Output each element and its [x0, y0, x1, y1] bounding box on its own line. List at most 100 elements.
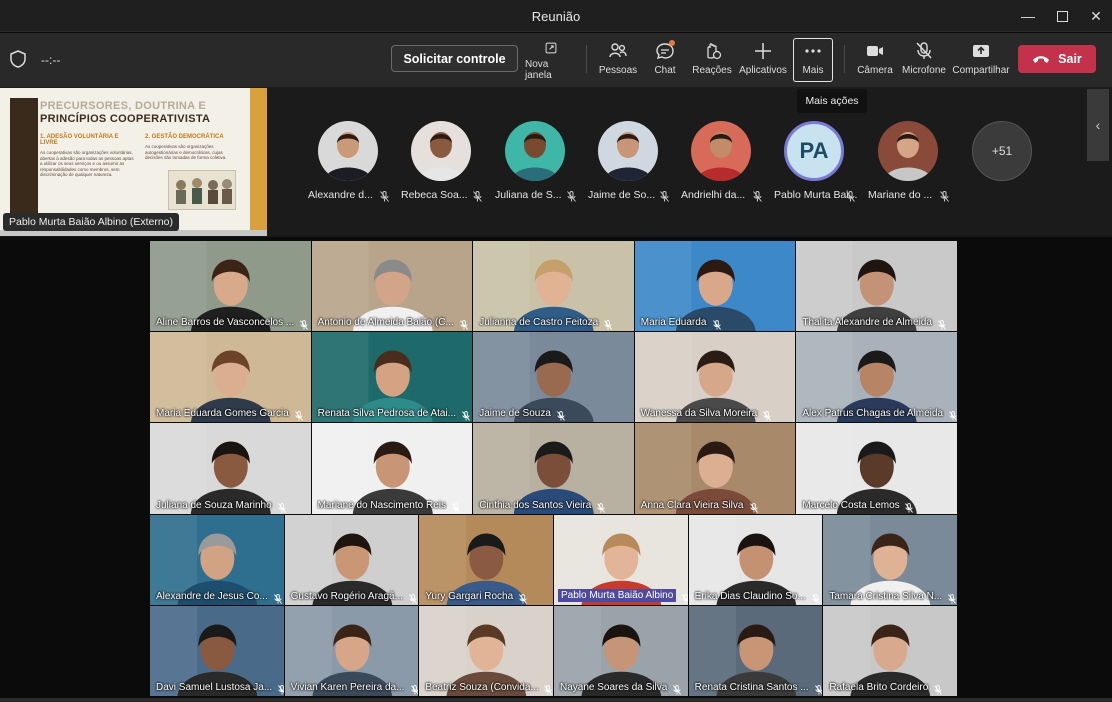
- participant-video-tile[interactable]: Antonio de Almeida Baião (C...: [311, 241, 473, 332]
- participant-video-tile[interactable]: Alex Patrus Chagas de Almeida: [796, 332, 957, 423]
- new-window-button[interactable]: Nova janela: [525, 39, 577, 81]
- presenter-label: Pablo Murta Baião Albino (Externo): [3, 213, 180, 231]
- participant-video-tile[interactable]: Wanessa da Silva Moreira: [634, 332, 796, 423]
- participant-video-tile[interactable]: Julianna de Castro Feitoza: [473, 241, 634, 332]
- participant-avatar[interactable]: [505, 121, 565, 181]
- hang-up-icon: [1033, 56, 1050, 63]
- participant-video-tile[interactable]: Maria Eduarda Gomes Garcia: [150, 332, 311, 423]
- leave-button[interactable]: Sair: [1018, 45, 1096, 73]
- mic-muted-icon: [948, 591, 957, 604]
- participant-video-tile[interactable]: Mariane do Nascimento Reis: [311, 423, 473, 514]
- mic-muted-icon: [300, 317, 308, 330]
- leave-label: Sair: [1058, 52, 1082, 66]
- participant-avatar-initials[interactable]: PA: [784, 121, 844, 181]
- share-icon: [973, 45, 989, 57]
- reactions-button[interactable]: Reações: [692, 39, 732, 81]
- participant-video-name: Alex Patrus Chagas de Almeida: [802, 408, 944, 420]
- participant-avatar[interactable]: [878, 121, 938, 181]
- toolbar-divider: [586, 45, 587, 73]
- slide-illustration: [168, 170, 236, 210]
- more-participants-button[interactable]: +51: [972, 121, 1032, 181]
- minimize-icon[interactable]: —: [1018, 6, 1038, 26]
- mic-muted-icon: [749, 500, 758, 513]
- microphone-button[interactable]: Microfone: [901, 39, 947, 81]
- participant-avatar[interactable]: [318, 121, 378, 181]
- close-icon[interactable]: ✕: [1086, 6, 1106, 26]
- mic-muted-icon: [753, 189, 762, 202]
- participant-video-tile[interactable]: Rafaela Brito Cordeiro: [823, 605, 957, 696]
- toolbar-divider: [844, 45, 845, 73]
- participant-video-tile[interactable]: Tamara Cristina Silva N...: [823, 514, 957, 605]
- new-window-icon: [545, 42, 557, 54]
- mic-muted-icon: [949, 408, 957, 422]
- mic-off-icon: [916, 42, 932, 59]
- mic-muted-icon: [408, 591, 417, 604]
- participant-video-tile[interactable]: Alexandre de Jesus Co...: [150, 514, 284, 605]
- participant-avatar[interactable]: [691, 121, 751, 181]
- video-grid: Aline Barros de Vasconcelos ... Antonio d…: [150, 241, 958, 697]
- participant-video-name: Jaime de Souza: [479, 408, 551, 420]
- participant-video-tile[interactable]: Yury Gargari Rocha: [419, 514, 553, 605]
- mic-muted-icon: [712, 317, 721, 330]
- meeting-toolbar: --:-- Solicitar controle Nova janela Pes…: [0, 33, 1112, 87]
- request-control-button[interactable]: Solicitar controle: [391, 45, 518, 72]
- chevron-left-icon[interactable]: ‹: [1087, 89, 1109, 161]
- participant-video-tile[interactable]: Renata Cristina Santos ...: [688, 605, 823, 696]
- participant-video-tile[interactable]: Cinthia dos Santos Vieira: [473, 423, 634, 514]
- participant-video-tile[interactable]: Aline Barros de Vasconcelos ...: [150, 241, 311, 332]
- window-bottom-border: [0, 698, 1112, 702]
- participant-video-tile[interactable]: Beatriz Souza (Convida...: [419, 605, 553, 696]
- participant-video-tile[interactable]: Renata Silva Pedrosa de Atai...: [311, 332, 473, 423]
- participant-video-tile[interactable]: Pablo Murta Baião Albino: [554, 514, 688, 605]
- participant-video-tile[interactable]: Anna Clara Vieira Silva: [634, 423, 796, 514]
- mic-muted-icon: [938, 317, 947, 330]
- more-actions-tooltip: Mais ações: [797, 89, 867, 113]
- participant-video-name: Julianna de Castro Feitoza: [479, 317, 599, 329]
- participant-video-tile[interactable]: Marcelo Costa Lemos: [796, 423, 957, 514]
- mic-muted-icon: [451, 500, 460, 513]
- apps-label: Aplicativos: [739, 65, 787, 76]
- participant-name: Rebeca Soa...: [401, 189, 468, 201]
- participant-avatar[interactable]: [598, 121, 658, 181]
- microphone-label: Microfone: [902, 65, 946, 76]
- participant-video-tile[interactable]: Davi Samuel Lustosa Ja...: [150, 605, 284, 696]
- participant-avatar[interactable]: [411, 121, 471, 181]
- participant-video-name: Rafaela Brito Cordeiro: [829, 681, 929, 693]
- more-label: Mais: [802, 65, 824, 76]
- mic-muted-icon: [811, 591, 820, 604]
- participant-video-name: Anna Clara Vieira Silva: [640, 499, 744, 511]
- shield-icon[interactable]: [10, 50, 26, 68]
- chat-label: Chat: [654, 65, 676, 76]
- participant-name: Mariane do ...: [868, 189, 933, 201]
- window-title: Reunião: [531, 9, 581, 24]
- maximize-icon[interactable]: [1052, 6, 1072, 26]
- participant-video-name: Beatriz Souza (Convida...: [425, 681, 539, 693]
- participant-video-name: Mariane do Nascimento Reis: [317, 499, 446, 511]
- participant-video-name: Tamara Cristina Silva N...: [829, 590, 943, 602]
- participant-video-name: Davi Samuel Lustosa Ja...: [156, 681, 273, 693]
- mic-muted-icon: [660, 189, 669, 202]
- chat-button[interactable]: Chat: [648, 39, 682, 81]
- people-button[interactable]: Pessoas: [597, 39, 639, 81]
- participant-video-tile[interactable]: Juliana de Souza Marinho: [150, 423, 311, 514]
- share-button[interactable]: Compartilhar: [952, 39, 1010, 81]
- apps-button[interactable]: Aplicativos: [739, 39, 787, 81]
- participant-video-tile[interactable]: Maria Eduarda: [634, 241, 796, 332]
- participant-video-tile[interactable]: Nayane Soares da Silva: [554, 605, 688, 696]
- more-button[interactable]: Mais: [793, 38, 833, 82]
- participant-video-name: Juliana de Souza Marinho: [156, 499, 272, 511]
- camera-button[interactable]: Câmera: [856, 39, 894, 81]
- mic-muted-icon: [295, 408, 303, 422]
- participant-video-name: Gustavo Rogério Aragã...: [290, 590, 403, 602]
- participant-video-tile[interactable]: Jaime de Souza: [473, 332, 634, 423]
- participant-video-tile[interactable]: Thalita Alexandre de Almeida: [796, 241, 957, 332]
- participant-video-name: Antonio de Almeida Baião (C...: [317, 317, 454, 329]
- mic-muted-icon: [846, 189, 855, 202]
- chat-unread-dot: [669, 40, 675, 46]
- participant-video-tile[interactable]: Erika Dias Claudino So...: [688, 514, 823, 605]
- participant-video-name: Yury Gargari Rocha: [425, 590, 514, 602]
- participant-video-tile[interactable]: Gustavo Rogério Aragã...: [284, 514, 419, 605]
- participant-video-tile[interactable]: Vivian Karen Pereira da...: [284, 605, 419, 696]
- participant-video-name: Vivian Karen Pereira da...: [290, 681, 405, 693]
- slide-section-1-text: As cooperativas são organizações voluntá…: [40, 150, 134, 177]
